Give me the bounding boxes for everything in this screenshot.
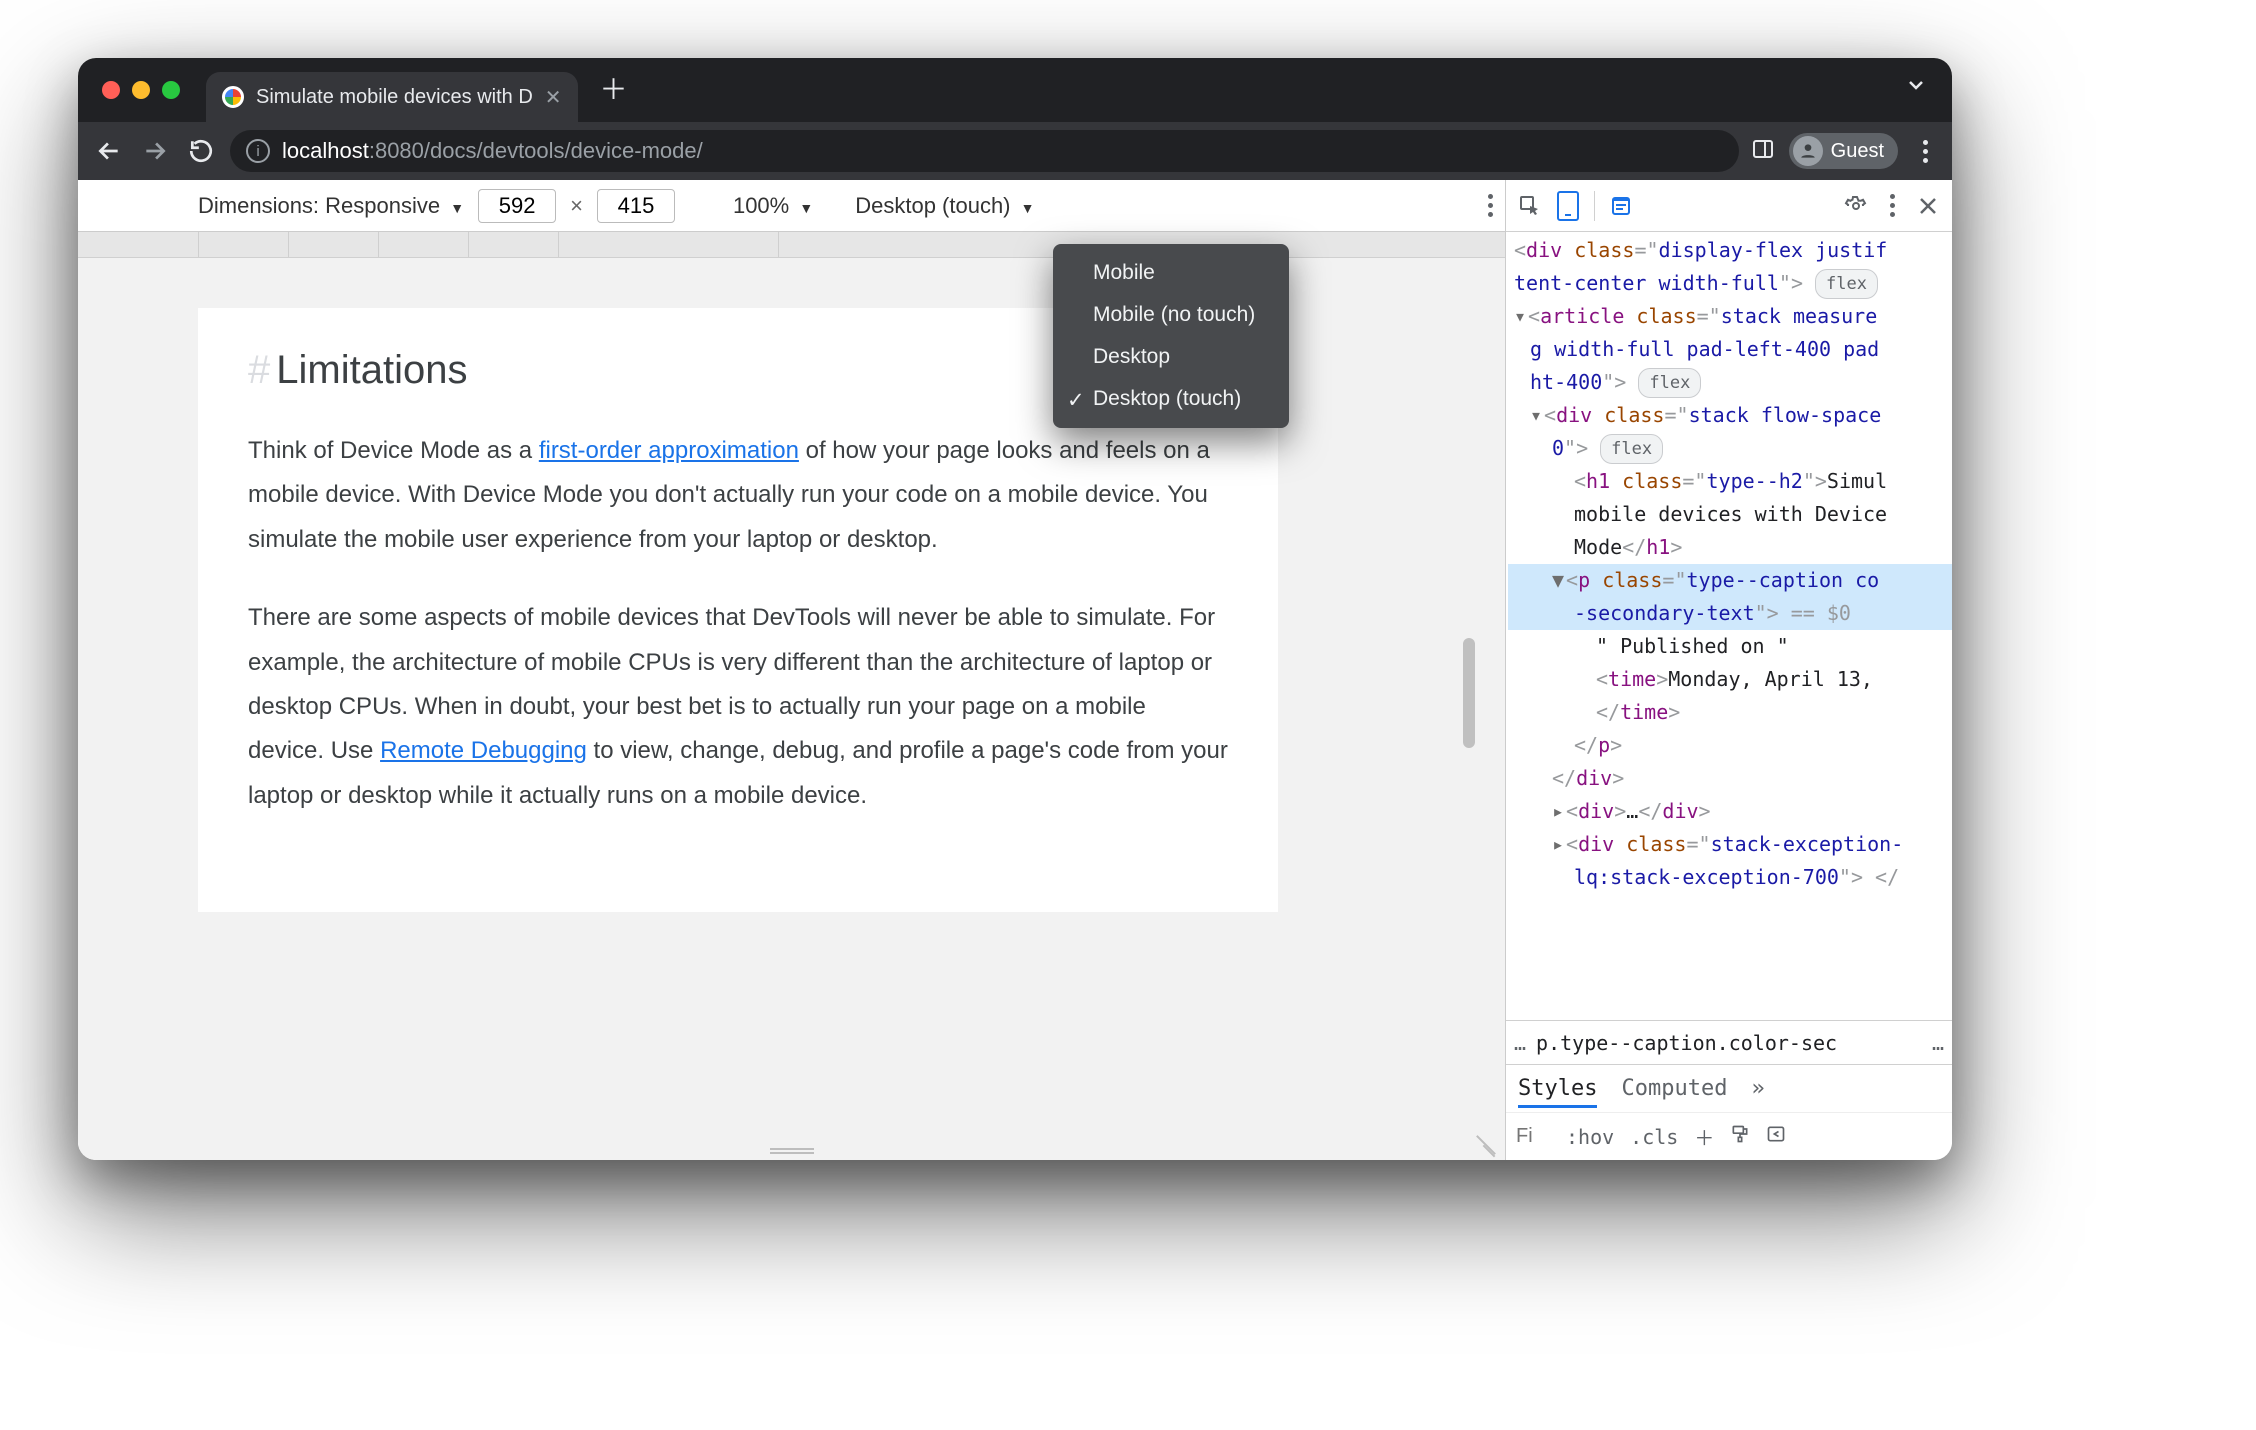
device-toolbar: Dimensions: Responsive ▼ × 100% ▼ Deskto… [78, 180, 1505, 232]
elements-tree[interactable]: <div class="display-flex justif tent-cen… [1506, 232, 1952, 1020]
profile-label: Guest [1831, 140, 1884, 163]
crumb-overflow-right-icon[interactable]: … [1932, 1031, 1944, 1055]
devtools-panel: <div class="display-flex justif tent-cen… [1506, 180, 1952, 1160]
browser-window: Simulate mobile devices with D ✕ ＋ i [78, 58, 1952, 1160]
cls-button[interactable]: .cls [1630, 1125, 1678, 1149]
chrome-favicon-icon [222, 86, 244, 108]
simulated-viewport: #Limitations Think of Device Mode as a f… [78, 258, 1505, 1160]
new-style-rule-icon[interactable]: ＋ [1694, 1122, 1714, 1151]
close-tab-button[interactable]: ✕ [545, 85, 562, 110]
tab-search-button[interactable] [1904, 73, 1928, 108]
side-panel-icon[interactable] [1751, 137, 1775, 166]
url-text: localhost:8080/docs/devtools/device-mode… [282, 138, 703, 164]
toggle-device-mode-icon[interactable] [1554, 192, 1582, 220]
resize-handle-bottom[interactable] [770, 1148, 814, 1154]
link-first-order[interactable]: first-order approximation [539, 437, 799, 464]
maximize-window-button[interactable] [162, 81, 180, 99]
tab-styles[interactable]: Styles [1518, 1076, 1597, 1108]
inspect-element-icon[interactable] [1516, 192, 1544, 220]
close-window-button[interactable] [102, 81, 120, 99]
tabs-overflow-icon[interactable]: » [1751, 1076, 1764, 1101]
device-type-menu: Mobile Mobile (no touch) Desktop ✓Deskto… [1053, 244, 1289, 428]
browser-toolbar: i localhost:8080/docs/devtools/device-mo… [78, 122, 1952, 180]
menu-item-desktop[interactable]: Desktop [1053, 336, 1289, 378]
browser-menu-button[interactable] [1912, 140, 1938, 163]
address-bar[interactable]: i localhost:8080/docs/devtools/device-mo… [230, 130, 1739, 172]
site-info-icon[interactable]: i [246, 139, 270, 163]
zoom-dropdown[interactable]: 100% ▼ [729, 193, 817, 219]
menu-item-mobile[interactable]: Mobile [1053, 252, 1289, 294]
avatar-icon [1793, 136, 1823, 166]
checkmark-icon: ✓ [1067, 388, 1085, 413]
computed-panel-icon[interactable] [1766, 1124, 1786, 1149]
reload-button[interactable] [184, 134, 218, 168]
devtools-menu-button[interactable] [1882, 194, 1902, 217]
hov-button[interactable]: :hov [1566, 1125, 1614, 1149]
back-button[interactable] [92, 134, 126, 168]
titlebar: Simulate mobile devices with D ✕ ＋ [78, 58, 1952, 122]
tab-title: Simulate mobile devices with D [256, 86, 533, 109]
styles-filter-input[interactable] [1516, 1125, 1550, 1149]
crumb-selected[interactable]: p.type--caption.color-sec [1536, 1031, 1837, 1055]
paragraph-1: Think of Device Mode as a first-order ap… [248, 429, 1228, 562]
device-toolbar-menu[interactable] [1488, 194, 1493, 217]
heading-anchor-icon[interactable]: # [248, 348, 270, 392]
profile-chip[interactable]: Guest [1789, 133, 1898, 169]
ruler [78, 232, 1505, 258]
dimension-separator: × [570, 193, 583, 219]
resize-handle-corner[interactable] [1475, 1130, 1499, 1154]
height-input[interactable] [597, 189, 675, 223]
window-controls [102, 81, 180, 99]
device-type-dropdown[interactable]: Desktop (touch) ▼ [851, 193, 1038, 219]
devtools-toolbar [1506, 180, 1952, 232]
width-input[interactable] [478, 189, 556, 223]
elements-tab-icon[interactable] [1607, 192, 1635, 220]
tab-computed[interactable]: Computed [1621, 1076, 1727, 1101]
menu-item-desktop-touch[interactable]: ✓Desktop (touch) [1053, 378, 1289, 420]
menu-item-mobile-no-touch[interactable]: Mobile (no touch) [1053, 294, 1289, 336]
styles-toolbar: :hov .cls ＋ [1506, 1112, 1952, 1160]
minimize-window-button[interactable] [132, 81, 150, 99]
new-tab-button[interactable]: ＋ [600, 68, 628, 112]
styles-tabs: Styles Computed » [1506, 1064, 1952, 1112]
paint-icon[interactable] [1730, 1124, 1750, 1149]
settings-icon[interactable] [1842, 192, 1870, 220]
paragraph-2: There are some aspects of mobile devices… [248, 596, 1228, 818]
link-remote-debugging[interactable]: Remote Debugging [380, 737, 587, 764]
crumb-overflow-icon[interactable]: … [1514, 1031, 1526, 1055]
browser-tab[interactable]: Simulate mobile devices with D ✕ [206, 72, 578, 122]
breadcrumb[interactable]: … p.type--caption.color-sec … [1506, 1020, 1952, 1064]
scrollbar-thumb[interactable] [1463, 638, 1475, 748]
close-devtools-button[interactable] [1914, 192, 1942, 220]
forward-button[interactable] [138, 134, 172, 168]
dimensions-dropdown[interactable]: Dimensions: Responsive ▼ [198, 193, 464, 219]
